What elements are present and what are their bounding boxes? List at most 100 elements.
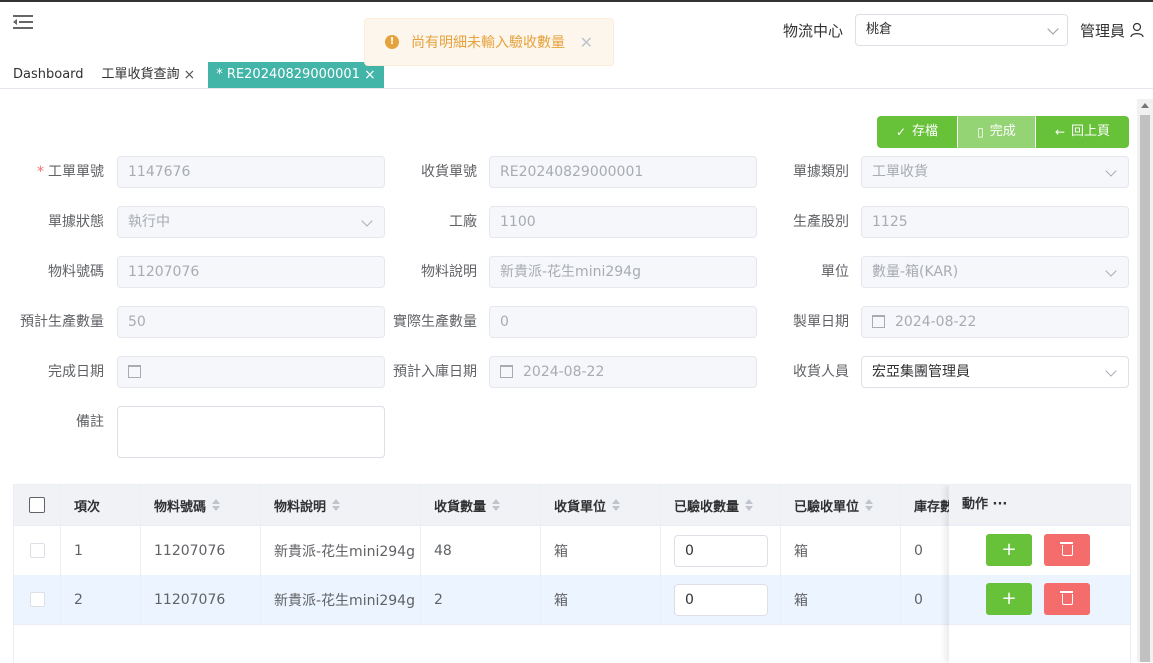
sort-icon[interactable] bbox=[745, 499, 754, 511]
page-scrollbar[interactable] bbox=[1137, 99, 1153, 662]
detail-table: 項次 物料號碼 物料說明 收貨數量 收貨單位 已驗收數量 已驗收單位 庫存數 1… bbox=[13, 484, 1131, 663]
tabs-divider bbox=[0, 88, 1153, 89]
sort-icon[interactable] bbox=[865, 499, 874, 511]
action-cell: + bbox=[949, 575, 1130, 625]
row-select-cell bbox=[14, 526, 61, 575]
cell-item: 2 bbox=[61, 575, 141, 624]
remark-textarea[interactable] bbox=[117, 406, 385, 458]
close-icon[interactable]: ✕ bbox=[580, 33, 593, 52]
cell-accepted-qty: 0 bbox=[661, 575, 781, 624]
work-order-no-label: * 工單單號 bbox=[37, 164, 104, 180]
col-accepted-qty[interactable]: 已驗收數量 bbox=[661, 485, 781, 525]
more-icon[interactable]: ··· bbox=[993, 497, 1008, 512]
action-cell: + bbox=[949, 526, 1130, 576]
logistics-center-select[interactable]: 桃倉 bbox=[854, 14, 1068, 46]
action-button-group: ✓ 存檔 ▯ 完成 ← 回上頁 bbox=[877, 116, 1129, 148]
back-button[interactable]: ← 回上頁 bbox=[1036, 116, 1129, 148]
cell-receipt-unit: 箱 bbox=[541, 575, 661, 624]
col-item: 項次 bbox=[61, 485, 141, 525]
cell-receipt-qty: 48 bbox=[421, 526, 541, 575]
issue-date-field: 2024-08-22 bbox=[861, 306, 1129, 338]
cell-item: 1 bbox=[61, 526, 141, 575]
scrollbar-thumb[interactable] bbox=[1140, 115, 1150, 662]
calendar-icon bbox=[500, 364, 513, 378]
add-row-button[interactable]: + bbox=[986, 534, 1032, 566]
warning-toast: ! 尚有明細未輸入驗收數量 ✕ bbox=[364, 18, 614, 66]
calendar-icon bbox=[872, 314, 885, 328]
trash-icon bbox=[1059, 542, 1073, 556]
select-all-checkbox[interactable] bbox=[29, 497, 45, 513]
col-receipt-qty[interactable]: 收貨數量 bbox=[421, 485, 541, 525]
delete-row-button[interactable] bbox=[1044, 583, 1090, 615]
doc-type-label: 單據類別 bbox=[793, 164, 849, 180]
cell-accepted-qty: 0 bbox=[661, 526, 781, 575]
receipt-no-field: RE20240829000001 bbox=[489, 156, 757, 188]
tab-work-order-receipt-query[interactable]: 工單收貨查詢 × bbox=[89, 62, 201, 88]
check-icon: ✓ bbox=[895, 125, 907, 139]
col-material-desc[interactable]: 物料說明 bbox=[261, 485, 421, 525]
save-button[interactable]: ✓ 存檔 bbox=[877, 116, 957, 148]
menu-toggle-icon[interactable] bbox=[13, 14, 33, 32]
sort-icon[interactable] bbox=[612, 499, 621, 511]
delete-row-button[interactable] bbox=[1044, 534, 1090, 566]
tab-label: 工單收貨查詢 bbox=[101, 67, 180, 82]
material-no-label: 物料號碼 bbox=[48, 264, 104, 280]
cell-receipt-unit: 箱 bbox=[541, 526, 661, 575]
sort-icon[interactable] bbox=[212, 499, 221, 511]
logistics-center-label: 物流中心 bbox=[782, 21, 843, 40]
chevron-down-icon bbox=[1105, 265, 1117, 277]
actual-qty-field: 0 bbox=[489, 306, 757, 338]
chevron-down-icon bbox=[1105, 165, 1117, 177]
cell-material-no: 11207076 bbox=[141, 575, 261, 624]
planned-qty-label: 預計生產數量 bbox=[20, 314, 104, 330]
row-checkbox[interactable] bbox=[29, 543, 45, 558]
expected-stock-date-label: 預計入庫日期 bbox=[393, 364, 477, 380]
receiver-select[interactable]: 宏亞集團管理員 bbox=[861, 356, 1129, 388]
complete-button-label: 完成 bbox=[989, 124, 1016, 139]
doc-status-label: 單據狀態 bbox=[48, 214, 104, 230]
chevron-down-icon bbox=[1047, 23, 1059, 35]
doc-type-select: 工單收貨 bbox=[861, 156, 1129, 188]
col-action: 動作 ··· bbox=[949, 485, 1130, 525]
col-accepted-unit[interactable]: 已驗收單位 bbox=[781, 485, 901, 525]
tab-dashboard[interactable]: Dashboard bbox=[0, 62, 89, 88]
planned-qty-field: 50 bbox=[117, 306, 385, 338]
cell-material-desc: 新貴派-花生mini294g bbox=[261, 575, 421, 624]
production-section-field: 1125 bbox=[861, 206, 1129, 238]
sort-icon[interactable] bbox=[332, 499, 341, 511]
scroll-up-arrow-icon[interactable] bbox=[1141, 103, 1149, 108]
cell-material-desc: 新貴派-花生mini294g bbox=[261, 526, 421, 575]
cell-accepted-unit: 箱 bbox=[781, 526, 901, 575]
col-receipt-unit[interactable]: 收貨單位 bbox=[541, 485, 661, 525]
select-all-cell bbox=[14, 485, 61, 525]
row-checkbox[interactable] bbox=[29, 592, 45, 607]
chevron-down-icon bbox=[1105, 365, 1117, 377]
close-icon[interactable]: × bbox=[184, 62, 196, 88]
user-icon[interactable] bbox=[1129, 22, 1145, 38]
factory-label: 工廠 bbox=[449, 214, 477, 230]
add-row-button[interactable]: + bbox=[986, 583, 1032, 615]
row-select-cell bbox=[14, 575, 61, 624]
tab-label: * RE20240829000001 bbox=[216, 67, 360, 82]
accepted-qty-input[interactable]: 0 bbox=[674, 534, 768, 567]
warning-icon: ! bbox=[385, 35, 399, 49]
accepted-qty-input[interactable]: 0 bbox=[674, 583, 768, 616]
complete-button[interactable]: ▯ 完成 bbox=[957, 116, 1036, 148]
unit-select: 數量-箱(KAR) bbox=[861, 256, 1129, 288]
actual-qty-label: 實際生產數量 bbox=[393, 314, 477, 330]
col-material-no[interactable]: 物料號碼 bbox=[141, 485, 261, 525]
complete-date-field bbox=[117, 356, 385, 388]
receipt-no-label: 收貨單號 bbox=[421, 164, 477, 180]
production-section-label: 生產股別 bbox=[793, 214, 849, 230]
complete-date-label: 完成日期 bbox=[48, 364, 104, 380]
cell-material-no: 11207076 bbox=[141, 526, 261, 575]
user-name[interactable]: 管理員 bbox=[1080, 20, 1125, 41]
trash-icon bbox=[1059, 591, 1073, 605]
factory-field: 1100 bbox=[489, 206, 757, 238]
cell-receipt-qty: 2 bbox=[421, 575, 541, 624]
remark-label: 備註 bbox=[76, 414, 104, 430]
save-button-label: 存檔 bbox=[912, 124, 939, 139]
tab-receipt-detail[interactable]: * RE20240829000001 × bbox=[208, 62, 384, 88]
sort-icon[interactable] bbox=[492, 499, 501, 511]
plus-icon: + bbox=[1001, 539, 1017, 560]
